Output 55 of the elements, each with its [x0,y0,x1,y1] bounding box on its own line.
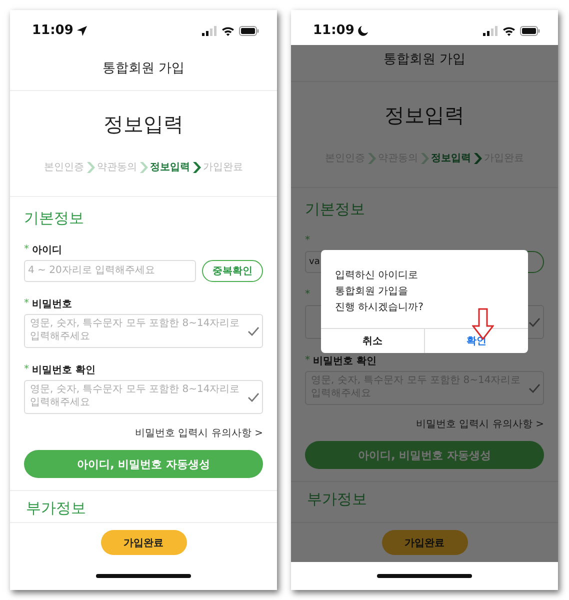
moon-icon [358,26,368,36]
section-title: 기본정보 [305,200,366,219]
header-title: 통합회원 가입 [102,60,185,76]
battery-icon [239,26,259,36]
check-duplicate-button[interactable]: 중복확인 [202,260,263,282]
password-notice-link[interactable]: 비밀번호 입력시 유의사항 > [416,417,544,431]
field-label: 비밀번호 확인 [313,354,376,368]
required-mark: * [24,298,29,309]
check-icon [248,392,259,402]
chevron-icon [473,152,482,164]
required-mark: * [24,244,29,255]
signal-icon [202,26,217,36]
chevron-icon [86,162,95,172]
chevron-icon [367,152,376,164]
wifi-icon [221,26,235,36]
step-label: 가입완료 [203,161,243,174]
page-title: 정보입력 [104,111,184,138]
cancel-button[interactable]: 취소 [321,329,424,353]
auto-generate-button[interactable]: 아이디, 비밀번호 자동생성 [305,441,544,469]
location-arrow-icon [77,26,88,36]
check-icon [529,318,540,326]
auto-generate-button[interactable]: 아이디, 비밀번호 자동생성 [24,450,263,478]
status-time: 11:09 [32,23,74,38]
required-mark: * [305,235,310,246]
field-label: 비밀번호 확인 [32,364,96,376]
field-label: 비밀번호 [32,298,72,310]
required-mark: * [24,364,29,375]
status-time: 11:09 [313,23,354,38]
section-title: 부가정보 [25,498,87,519]
field-label: 아이디 [32,244,62,256]
complete-button[interactable]: 가입완료 [100,530,186,555]
required-mark: * [305,355,310,366]
password-input-field[interactable]: 영문, 숫자, 특수문자 모두 포함한 8~14자리로 입력해주세요 [24,314,263,348]
section-title: 기본정보 [24,209,85,228]
chevron-icon [139,162,148,172]
page-title: 정보입력 [384,102,464,129]
check-icon [529,384,540,392]
check-icon [248,326,259,336]
wifi-icon [502,26,516,36]
required-mark: * [305,289,310,300]
header-title: 통합회원 가입 [383,50,466,68]
section-title: 부가정보 [306,489,368,510]
chevron-icon [192,162,201,172]
step-label: 정보입력 [431,152,471,165]
signal-icon [483,26,498,36]
battery-icon [520,26,540,36]
dialog-message: 입력하신 아이디로 통합회원 가입을 진행 하시겠습니까? [335,269,424,315]
step-label: 약관동의 [97,161,137,174]
chevron-icon [420,152,429,164]
password-input-field[interactable]: 영문, 숫자, 특수문자 모두 포함한 8~14자리로 입력해주세요 [24,380,263,414]
step-label: 정보입력 [150,161,190,174]
complete-button[interactable]: 가입완료 [382,530,468,555]
step-label: 본인인증 [44,161,84,174]
password-notice-link[interactable]: 비밀번호 입력시 유의사항 > [135,426,263,440]
id-input-field[interactable]: 4 ~ 20자리로 입력해주세요 [24,260,196,282]
